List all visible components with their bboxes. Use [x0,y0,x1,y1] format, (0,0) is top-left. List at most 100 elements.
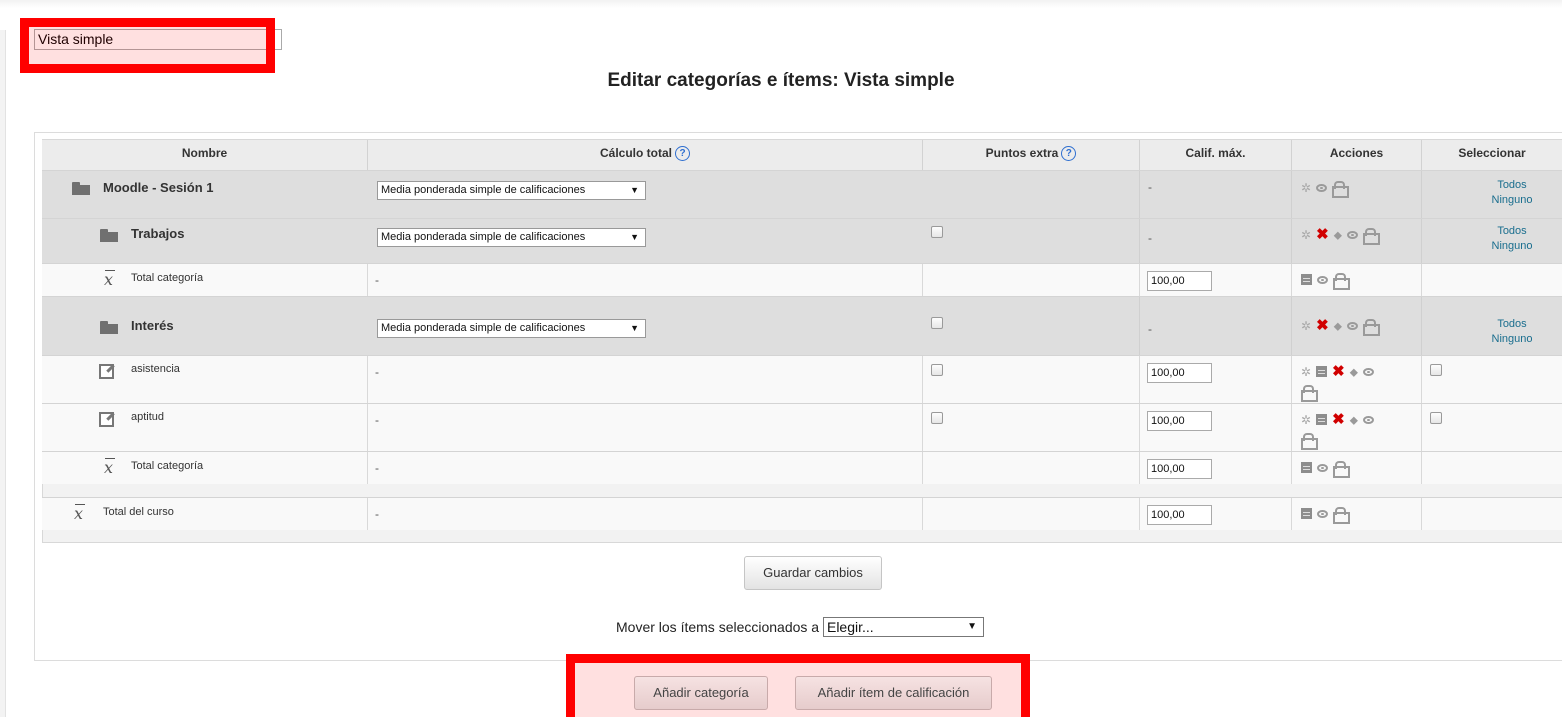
row-name: Trabajos [131,226,185,241]
lock-icon[interactable] [1333,461,1350,479]
select-none-link[interactable]: Ninguno [1482,193,1542,208]
move-items-select[interactable]: Elegir... ▼ [822,617,984,637]
lock-icon[interactable] [1301,433,1318,451]
eye-icon[interactable] [1347,321,1359,330]
edit-icon [99,364,114,379]
eye-icon[interactable] [1363,415,1375,424]
row-name: Total del curso [103,506,174,518]
delete-icon[interactable]: ✖ [1316,227,1329,242]
table-row: x Total categoría - 100,00 [42,451,1562,484]
max-grade-input[interactable]: 100,00 [1147,459,1212,479]
gear-icon[interactable]: ✲ [1301,228,1311,242]
table-row: x Total categoría - 100,00 [42,263,1562,296]
lock-icon[interactable] [1363,228,1381,246]
delete-icon[interactable]: ✖ [1332,412,1345,427]
row-name: Total categoría [131,272,204,284]
max-grade: - [1148,231,1152,245]
table-header: Nombre Cálculo total? Puntos extra? Cali… [42,140,1562,170]
max-grade-input[interactable]: 100,00 [1147,505,1212,525]
select-links: Todos Ninguno [1482,178,1542,208]
select-links: Todos Ninguno [1482,317,1542,347]
col-select-header: Seleccionar [1421,140,1562,170]
add-grade-item-button[interactable]: Añadir ítem de calificación [795,676,992,710]
row-name: Moodle - Sesión 1 [103,180,214,195]
eye-icon[interactable] [1347,230,1359,239]
eye-icon[interactable] [1316,183,1328,192]
extra-credit-checkbox[interactable] [931,226,943,238]
row-name: asistencia [131,363,180,375]
move-icon[interactable]: ⬥ [1334,228,1342,242]
select-checkbox[interactable] [1430,364,1442,376]
move-items-row: Mover los ítems seleccionados a Elegir..… [616,617,984,637]
lock-icon[interactable] [1332,181,1350,199]
col-extra-header: Puntos extra? [922,140,1139,170]
calculator-icon[interactable] [1316,414,1328,426]
max-grade-input[interactable]: 100,00 [1147,411,1212,431]
left-edge [0,30,6,717]
max-grade: - [1148,322,1152,336]
col-calc-header: Cálculo total? [367,140,922,170]
delete-icon[interactable]: ✖ [1316,318,1329,333]
extra-credit-checkbox[interactable] [931,364,943,376]
move-items-label: Mover los ítems seleccionados a [616,619,820,635]
aggregation-select[interactable]: Media ponderada simple de calificaciones… [377,181,646,200]
row-name: Interés [131,318,174,333]
gear-icon[interactable]: ✲ [1301,181,1311,195]
col-name-header: Nombre [181,146,228,160]
table-row: aptitud - 100,00 ✲ ✖ ⬥ [42,403,1562,451]
table-row: Trabajos Media ponderada simple de calif… [42,218,1562,263]
select-all-link[interactable]: Todos [1482,317,1542,332]
page-title: Editar categorías e ítems: Vista simple [607,70,955,91]
calculator-icon[interactable] [1301,508,1312,520]
row-name: Total categoría [131,460,204,472]
max-grade: - [1148,180,1152,194]
mean-icon: x [74,504,85,523]
delete-icon[interactable]: ✖ [1332,364,1345,379]
help-icon[interactable]: ? [1061,146,1077,162]
lock-icon[interactable] [1333,507,1350,525]
gear-icon[interactable]: ✲ [1301,413,1311,427]
calculator-icon[interactable] [1316,366,1328,378]
table-row: asistencia - 100,00 ✲ ✖ ⬥ [42,355,1562,403]
move-icon[interactable]: ⬥ [1350,365,1358,379]
aggregation-select[interactable]: Media ponderada simple de calificaciones… [377,228,646,247]
table-row: Moodle - Sesión 1 Media ponderada simple… [42,170,1562,218]
select-none-link[interactable]: Ninguno [1482,332,1542,347]
eye-icon[interactable] [1317,463,1328,472]
gear-icon[interactable]: ✲ [1301,319,1311,333]
select-all-link[interactable]: Todos [1482,224,1542,239]
add-category-button[interactable]: Añadir categoría [634,676,768,710]
move-icon[interactable]: ⬥ [1334,319,1342,333]
select-links: Todos Ninguno [1482,224,1542,254]
folder-icon [100,229,118,242]
select-checkbox[interactable] [1430,412,1442,424]
select-all-link[interactable]: Todos [1482,178,1542,193]
lock-icon[interactable] [1333,273,1350,291]
col-max-header: Calif. máx. [1139,140,1291,170]
calculator-icon[interactable] [1301,274,1312,286]
max-grade-input[interactable]: 100,00 [1147,271,1212,291]
lock-icon[interactable] [1363,319,1381,337]
mean-icon: x [104,270,115,289]
move-icon[interactable]: ⬥ [1350,413,1358,427]
max-grade-input[interactable]: 100,00 [1147,363,1212,383]
col-actions-header: Acciones [1291,140,1421,170]
extra-credit-checkbox[interactable] [931,412,943,424]
eye-icon[interactable] [1363,367,1375,376]
calculator-icon[interactable] [1301,462,1312,474]
select-none-link[interactable]: Ninguno [1482,239,1542,254]
extra-credit-checkbox[interactable] [931,317,943,329]
mean-icon: x [104,458,115,477]
highlight-box-view-selector [20,18,275,73]
eye-icon[interactable] [1317,509,1328,518]
table-row: x Total del curso - 100,00 [42,497,1562,530]
eye-icon[interactable] [1317,275,1328,284]
folder-icon [72,182,90,195]
save-changes-button[interactable]: Guardar cambios [744,556,882,590]
folder-icon [100,321,118,334]
lock-icon[interactable] [1301,385,1318,403]
row-name: aptitud [131,411,165,423]
help-icon[interactable]: ? [675,146,690,162]
gear-icon[interactable]: ✲ [1301,365,1311,379]
aggregation-select[interactable]: Media ponderada simple de calificaciones… [377,319,646,338]
